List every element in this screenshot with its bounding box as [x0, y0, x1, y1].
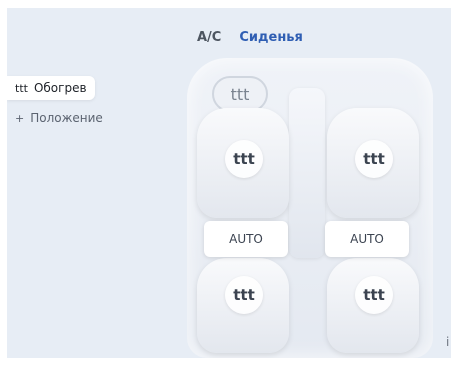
menu-item-heating-label: Обогрев — [33, 81, 87, 95]
tab-bar: A/C Сиденья — [197, 30, 303, 45]
heat-rear-right-button[interactable]: ttt — [355, 276, 393, 314]
center-console — [289, 88, 325, 258]
menu-item-heating[interactable]: ttt Обогрев — [7, 76, 95, 100]
heat-rear-left-button[interactable]: ttt — [225, 276, 263, 314]
heat-front-left-button[interactable]: ttt — [225, 140, 263, 178]
heat-icon: ttt — [15, 81, 28, 95]
tab-ac[interactable]: A/C — [197, 30, 221, 45]
car-seat-diagram: ttt ttt ttt ttt ttt AUTO AUTO — [177, 48, 447, 358]
auto-left-button[interactable]: AUTO — [204, 221, 288, 257]
climate-panel: A/C Сиденья ttt Обогрев + Положение ttt … — [7, 8, 451, 358]
menu-item-position-label: Положение — [30, 111, 103, 125]
heat-front-right-button[interactable]: ttt — [355, 140, 393, 178]
auto-right-button[interactable]: AUTO — [325, 221, 409, 257]
side-menu: ttt Обогрев + Положение — [7, 76, 103, 130]
steering-heat-icon: ttt — [230, 84, 250, 104]
move-icon: + — [15, 111, 25, 125]
menu-item-position[interactable]: + Положение — [7, 106, 103, 130]
info-icon[interactable]: i — [446, 335, 449, 349]
tab-seats[interactable]: Сиденья — [239, 30, 303, 45]
steering-wheel: ttt — [212, 76, 268, 112]
